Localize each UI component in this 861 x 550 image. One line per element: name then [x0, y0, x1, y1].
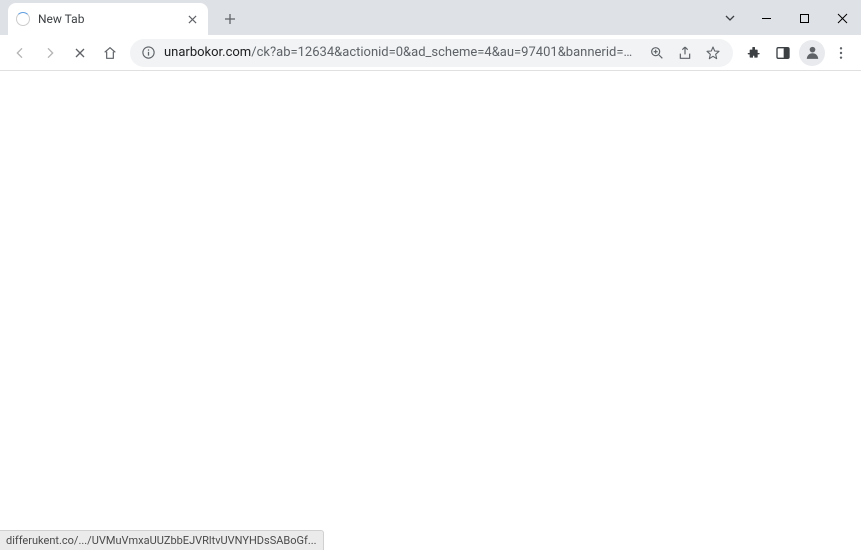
extensions-button[interactable]: [739, 39, 767, 67]
status-bar: differukent.co/.../UVMuVmxaUUZbbEJVRltvU…: [0, 530, 324, 550]
side-panel-button[interactable]: [769, 39, 797, 67]
tab-close-button[interactable]: [184, 11, 200, 27]
url-path: /ck?ab=12634&actionid=0&ad_scheme=4&au=9…: [251, 45, 639, 60]
zoom-icon[interactable]: [647, 43, 667, 63]
maximize-button[interactable]: [785, 3, 823, 33]
site-info-icon[interactable]: [140, 45, 156, 61]
close-window-button[interactable]: [823, 3, 861, 33]
profile-button[interactable]: [799, 40, 825, 66]
new-tab-button[interactable]: [216, 5, 244, 33]
loading-spinner-icon: [16, 12, 30, 26]
menu-button[interactable]: [827, 39, 855, 67]
share-icon[interactable]: [675, 43, 695, 63]
home-button[interactable]: [96, 39, 124, 67]
bookmark-icon[interactable]: [703, 43, 723, 63]
url-domain: unarbokor.com: [164, 45, 251, 60]
search-tabs-button[interactable]: [713, 3, 747, 33]
forward-button[interactable]: [36, 39, 64, 67]
page-content: [0, 71, 861, 550]
toolbar: unarbokor.com/ck?ab=12634&actionid=0&ad_…: [0, 35, 861, 71]
minimize-button[interactable]: [747, 3, 785, 33]
stop-reload-button[interactable]: [66, 39, 94, 67]
window-controls: [713, 3, 861, 33]
browser-tab[interactable]: New Tab: [8, 3, 208, 35]
tab-title: New Tab: [38, 12, 184, 26]
tab-strip: New Tab: [0, 3, 861, 35]
back-button[interactable]: [6, 39, 34, 67]
url-text: unarbokor.com/ck?ab=12634&actionid=0&ad_…: [164, 45, 639, 60]
address-bar[interactable]: unarbokor.com/ck?ab=12634&actionid=0&ad_…: [130, 39, 733, 67]
